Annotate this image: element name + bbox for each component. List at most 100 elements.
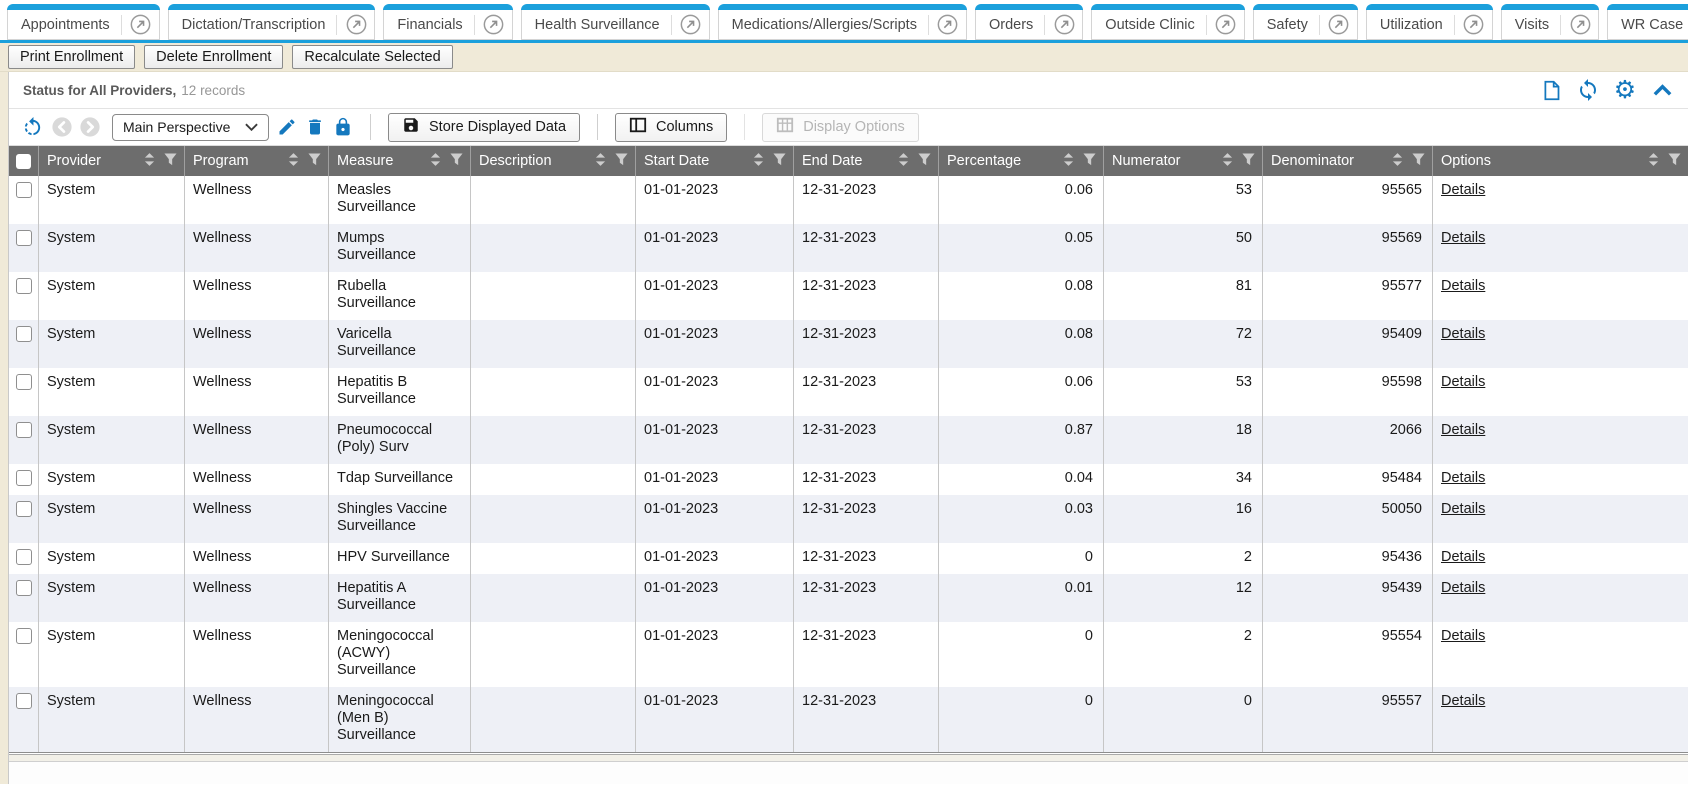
percentage-cell: 0.87 <box>939 416 1104 464</box>
options-cell: Details <box>1433 416 1688 464</box>
column-label: Numerator <box>1112 153 1216 169</box>
nav-forward-icon[interactable] <box>80 117 100 137</box>
row-checkbox[interactable] <box>16 470 32 486</box>
delete-enrollment-button[interactable]: Delete Enrollment <box>144 45 283 69</box>
details-link[interactable]: Details <box>1441 470 1485 486</box>
row-checkbox[interactable] <box>16 374 32 390</box>
filter-icon[interactable] <box>1412 153 1425 170</box>
end-date-cell: 12-31-2023 <box>794 543 939 574</box>
toolbar-divider <box>370 114 371 140</box>
row-checkbox[interactable] <box>16 326 32 342</box>
undo-icon[interactable] <box>21 116 44 139</box>
description-cell <box>471 495 636 543</box>
details-link[interactable]: Details <box>1441 693 1485 709</box>
details-link[interactable]: Details <box>1441 580 1485 596</box>
tab-utilization[interactable]: Utilization <box>1366 4 1493 40</box>
details-link[interactable]: Details <box>1441 374 1485 390</box>
new-document-icon[interactable] <box>1539 78 1563 102</box>
details-link[interactable]: Details <box>1441 182 1485 198</box>
sort-icon[interactable] <box>1648 153 1659 170</box>
open-in-window-icon[interactable] <box>1462 13 1486 37</box>
sort-icon[interactable] <box>430 153 441 170</box>
tab-safety[interactable]: Safety <box>1253 4 1358 40</box>
sort-icon[interactable] <box>1063 153 1074 170</box>
filter-icon[interactable] <box>164 153 177 170</box>
sort-icon[interactable] <box>1222 153 1233 170</box>
select-all-checkbox[interactable] <box>16 154 31 169</box>
row-checkbox[interactable] <box>16 580 32 596</box>
row-checkbox[interactable] <box>16 422 32 438</box>
row-checkbox-cell <box>9 687 39 752</box>
sort-icon[interactable] <box>144 153 155 170</box>
store-displayed-data-button[interactable]: Store Displayed Data <box>388 113 580 142</box>
filter-icon[interactable] <box>1083 153 1096 170</box>
tab-orders[interactable]: Orders <box>975 4 1083 40</box>
open-in-window-icon[interactable] <box>344 13 368 37</box>
row-checkbox[interactable] <box>16 182 32 198</box>
provider-cell: System <box>39 687 185 752</box>
open-in-window-icon[interactable] <box>936 13 960 37</box>
row-checkbox[interactable] <box>16 549 32 565</box>
row-checkbox[interactable] <box>16 693 32 709</box>
row-checkbox-cell <box>9 543 39 574</box>
tab-dictation-transcription[interactable]: Dictation/Transcription <box>168 4 376 40</box>
row-checkbox[interactable] <box>16 628 32 644</box>
column-header-start-date: Start Date <box>636 146 794 176</box>
recalculate-selected-button[interactable]: Recalculate Selected <box>292 45 452 69</box>
tab-label: Health Surveillance <box>535 17 671 33</box>
start-date-cell: 01-01-2023 <box>636 622 794 687</box>
columns-button[interactable]: Columns <box>615 113 727 142</box>
filter-icon[interactable] <box>615 153 628 170</box>
details-link[interactable]: Details <box>1441 628 1485 644</box>
sort-icon[interactable] <box>1392 153 1403 170</box>
sort-icon[interactable] <box>595 153 606 170</box>
collapse-up-icon[interactable] <box>1650 78 1674 102</box>
refresh-icon[interactable] <box>1576 78 1600 102</box>
details-link[interactable]: Details <box>1441 230 1485 246</box>
edit-pencil-icon[interactable] <box>277 117 297 137</box>
tab-financials[interactable]: Financials <box>383 4 512 40</box>
table-row: SystemWellnessPneumococcal (Poly) Surv01… <box>9 416 1688 464</box>
filter-icon[interactable] <box>773 153 786 170</box>
tab-appointments[interactable]: Appointments <box>7 4 160 40</box>
tab-health-surveillance[interactable]: Health Surveillance <box>521 4 710 40</box>
sort-icon[interactable] <box>898 153 909 170</box>
filter-icon[interactable] <box>1242 153 1255 170</box>
details-link[interactable]: Details <box>1441 422 1485 438</box>
sort-icon[interactable] <box>753 153 764 170</box>
nav-back-icon[interactable] <box>52 117 72 137</box>
print-enrollment-button[interactable]: Print Enrollment <box>8 45 135 69</box>
start-date-cell: 01-01-2023 <box>636 320 794 368</box>
open-in-window-icon[interactable] <box>1052 13 1076 37</box>
open-in-window-icon[interactable] <box>679 13 703 37</box>
lock-icon[interactable] <box>333 117 353 137</box>
details-link[interactable]: Details <box>1441 278 1485 294</box>
filter-icon[interactable] <box>450 153 463 170</box>
details-link[interactable]: Details <box>1441 326 1485 342</box>
sort-icon[interactable] <box>288 153 299 170</box>
open-in-window-icon[interactable] <box>1568 13 1592 37</box>
measure-cell: Rubella Surveillance <box>329 272 471 320</box>
filter-icon[interactable] <box>308 153 321 170</box>
details-link[interactable]: Details <box>1441 549 1485 565</box>
tab-wr-case-mgmt[interactable]: WR Case Mgmt <box>1607 4 1688 40</box>
perspective-select[interactable]: Main Perspective <box>112 114 269 141</box>
horizontal-scrollbar[interactable] <box>9 754 1688 762</box>
details-link[interactable]: Details <box>1441 501 1485 517</box>
tab-visits[interactable]: Visits <box>1501 4 1599 40</box>
table-row: SystemWellnessShingles Vaccine Surveilla… <box>9 495 1688 543</box>
tab-outside-clinic[interactable]: Outside Clinic <box>1091 4 1244 40</box>
row-checkbox[interactable] <box>16 278 32 294</box>
gear-icon[interactable]: ⚙ <box>1613 78 1637 102</box>
filter-icon[interactable] <box>918 153 931 170</box>
open-in-window-icon[interactable] <box>1327 13 1351 37</box>
trash-icon[interactable] <box>305 117 325 137</box>
row-checkbox[interactable] <box>16 230 32 246</box>
row-checkbox[interactable] <box>16 501 32 517</box>
open-in-window-icon[interactable] <box>1214 13 1238 37</box>
tab-medications-allergies-scripts[interactable]: Medications/Allergies/Scripts <box>718 4 967 40</box>
measure-cell: Mumps Surveillance <box>329 224 471 272</box>
filter-icon[interactable] <box>1668 153 1681 170</box>
open-in-window-icon[interactable] <box>482 13 506 37</box>
open-in-window-icon[interactable] <box>129 13 153 37</box>
